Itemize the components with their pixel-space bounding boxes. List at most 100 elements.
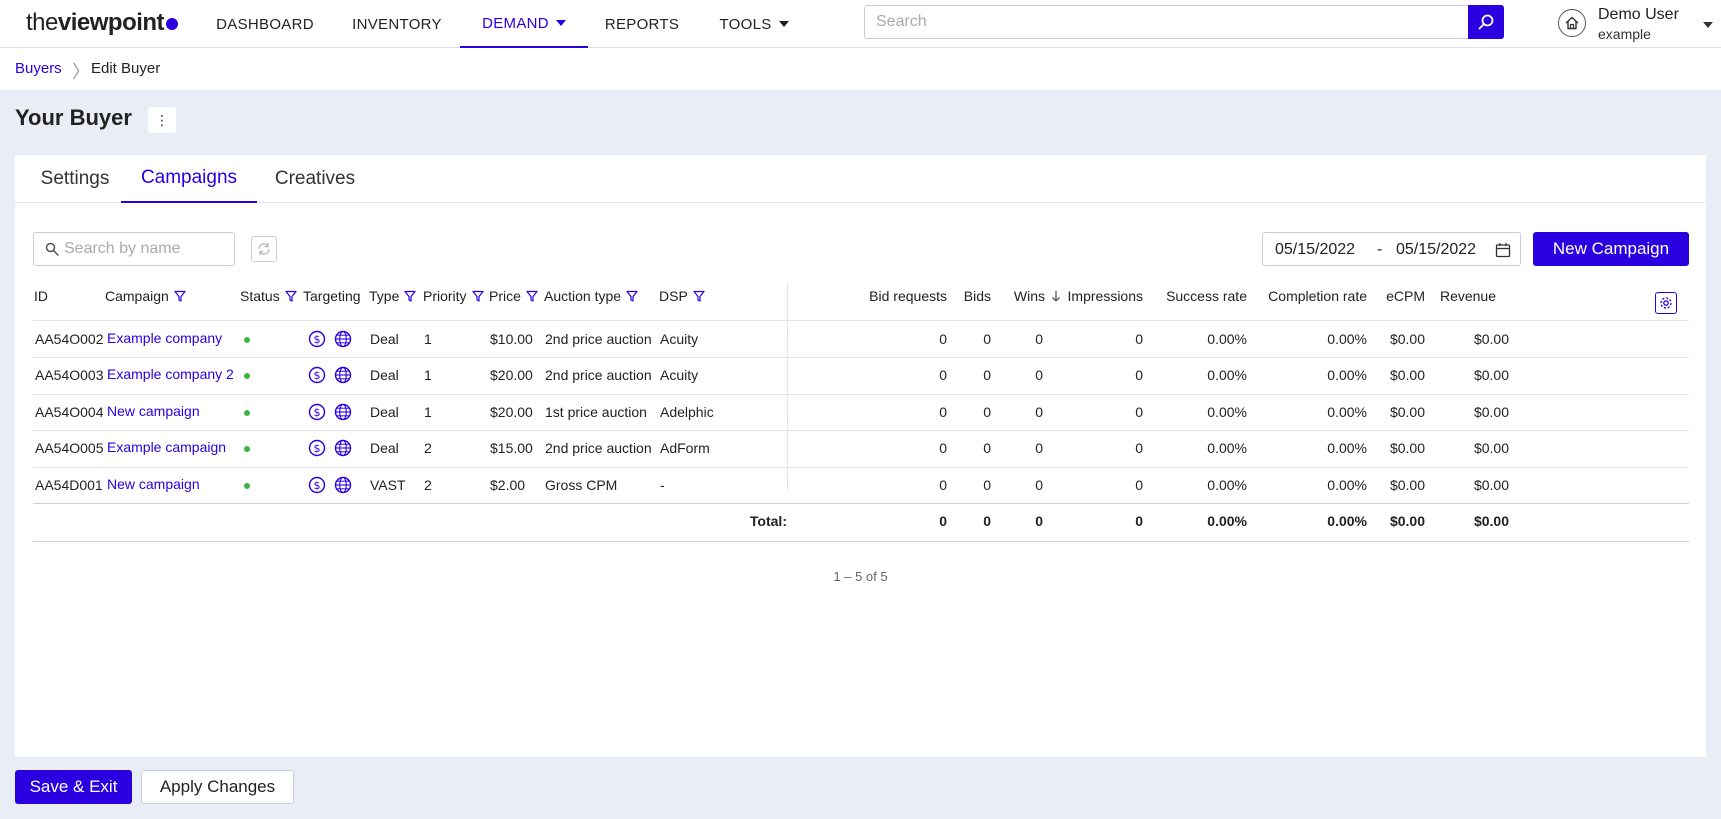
tab-creatives[interactable]: Creatives	[265, 155, 365, 203]
price-target-icon[interactable]: $	[308, 403, 326, 421]
filter-icon[interactable]	[174, 290, 186, 302]
column-header-auction-type[interactable]: Auction type	[544, 288, 638, 304]
nav-demand[interactable]: DEMAND	[460, 0, 588, 48]
cell-priority: 2	[424, 440, 432, 457]
breadcrumb-current: Edit Buyer	[91, 60, 161, 77]
globe-icon[interactable]	[334, 403, 352, 421]
cell-campaign[interactable]: Example campaign	[107, 439, 226, 455]
cell-priority: 1	[424, 367, 432, 384]
total-label: Total:	[749, 513, 787, 529]
cell-id: AA54O002	[35, 331, 104, 347]
cell-id: AA54D001	[35, 476, 103, 493]
nav-label: TOOLS	[719, 15, 772, 33]
cell-campaign[interactable]: New campaign	[107, 403, 200, 419]
column-header-label: Auction type	[544, 288, 622, 304]
status-active-dot	[244, 446, 250, 453]
cell-dsp: Acuity	[660, 331, 699, 347]
chevron-down-icon	[778, 21, 789, 27]
column-header-label: Revenue	[1439, 288, 1496, 304]
cell-priority: 2	[424, 476, 432, 493]
nav-tools[interactable]: TOOLS	[710, 0, 798, 48]
cell-type: Deal	[370, 440, 399, 457]
filter-icon[interactable]	[471, 290, 484, 302]
more-options-button[interactable]: ⋮	[148, 107, 176, 133]
column-header-wins[interactable]: Wins	[1001, 288, 1061, 304]
filter-icon[interactable]	[285, 290, 297, 302]
column-header-success-rate[interactable]: Success rate	[1155, 288, 1247, 304]
price-target-icon[interactable]: $	[308, 330, 326, 348]
campaign-search	[33, 232, 235, 266]
globe-icon[interactable]	[334, 476, 352, 494]
total-revenue: $0.00	[1473, 513, 1509, 529]
search-button[interactable]	[1468, 5, 1504, 39]
total-wins: 0	[1035, 513, 1043, 529]
cell-campaign[interactable]: Example company	[107, 330, 222, 346]
search-icon	[45, 242, 59, 256]
column-header-id[interactable]: ID	[34, 288, 48, 304]
sort-descending-icon[interactable]	[1051, 290, 1061, 302]
column-header-label: Success rate	[1166, 288, 1247, 304]
nav-reports[interactable]: REPORTS	[598, 0, 686, 48]
globe-icon[interactable]	[334, 330, 352, 348]
filter-icon[interactable]	[693, 290, 705, 302]
column-header-label: Bid requests	[869, 288, 947, 304]
cell-campaign[interactable]: New campaign	[107, 476, 200, 492]
tab-settings[interactable]: Settings	[18, 155, 132, 203]
kebab-menu-icon: ⋮	[155, 111, 169, 128]
price-target-icon[interactable]: $	[308, 439, 326, 457]
cell-id: AA54O004	[35, 403, 104, 420]
nav-dashboard[interactable]: DASHBOARD	[206, 0, 324, 48]
globe-icon[interactable]	[334, 439, 352, 457]
filter-icon[interactable]	[526, 290, 538, 302]
breadcrumb-buyers-link[interactable]: Buyers	[15, 60, 62, 77]
column-header-type[interactable]: Type	[369, 288, 416, 304]
cell-type: Deal	[370, 331, 399, 347]
svg-text:$: $	[314, 333, 321, 346]
status-active-dot	[244, 373, 250, 380]
date-from: 05/15/2022	[1275, 241, 1356, 258]
nav-inventory[interactable]: INVENTORY	[343, 0, 451, 48]
column-header-priority[interactable]: Priority	[423, 288, 484, 304]
date-range-picker[interactable]: 05/15/2022 - 05/15/2022	[1262, 232, 1521, 266]
column-header-targeting[interactable]: Targeting	[303, 288, 361, 304]
price-target-icon[interactable]: $	[308, 476, 326, 494]
refresh-button[interactable]	[251, 236, 277, 262]
price-target-icon[interactable]: $	[308, 366, 326, 384]
save-and-exit-button[interactable]: Save & Exit	[15, 770, 132, 804]
calendar-icon	[1495, 243, 1511, 258]
status-active-dot	[244, 337, 250, 343]
column-header-label: eCPM	[1386, 288, 1425, 304]
filter-icon[interactable]	[404, 290, 416, 302]
column-divider	[787, 283, 788, 490]
column-header-ecpm[interactable]: eCPM	[1381, 288, 1425, 304]
cell-success-rate: 0.00%	[1207, 367, 1247, 384]
column-header-completion-rate[interactable]: Completion rate	[1259, 288, 1367, 304]
cell-dsp: Acuity	[660, 367, 699, 384]
column-header-bid-requests[interactable]: Bid requests	[853, 288, 947, 304]
campaign-search-input[interactable]	[64, 233, 232, 265]
column-header-impressions[interactable]: Impressions	[1063, 288, 1143, 304]
chevron-right-icon: 〉	[72, 62, 90, 82]
cell-ecpm: $0.00	[1389, 440, 1425, 457]
cell-success-rate: 0.00%	[1207, 331, 1247, 347]
user-menu[interactable]: Demo User example	[1558, 6, 1718, 42]
chevron-down-icon	[555, 20, 566, 26]
column-header-status[interactable]: Status	[240, 288, 297, 304]
apply-changes-button[interactable]: Apply Changes	[141, 770, 294, 804]
column-settings-button[interactable]	[1655, 292, 1677, 314]
new-campaign-button[interactable]: New Campaign	[1533, 232, 1689, 266]
globe-icon[interactable]	[334, 366, 352, 384]
brand-logo[interactable]: theviewpoint	[26, 9, 179, 37]
column-header-dsp[interactable]: DSP	[659, 288, 705, 304]
cell-campaign[interactable]: Example company 2	[107, 366, 234, 382]
tab-campaigns[interactable]: Campaigns	[121, 155, 257, 203]
cell-ecpm: $0.00	[1389, 367, 1425, 384]
column-header-campaign[interactable]: Campaign	[105, 288, 186, 304]
global-search-input[interactable]	[865, 6, 1455, 38]
column-header-revenue[interactable]: Revenue	[1435, 288, 1496, 304]
column-header-bids[interactable]: Bids	[953, 288, 991, 304]
nav-label: DASHBOARD	[216, 15, 314, 33]
filter-icon[interactable]	[626, 290, 638, 302]
cell-auction: Gross CPM	[545, 476, 618, 493]
column-header-price[interactable]: Price	[489, 288, 538, 304]
